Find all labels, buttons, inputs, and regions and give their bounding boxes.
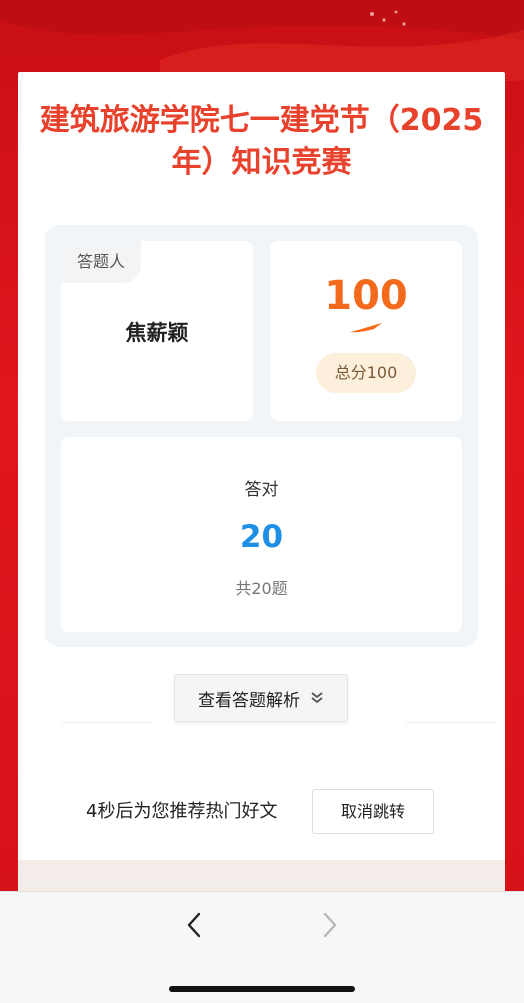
result-panel: 答题人 焦薪颖 100 总分100 答对 20 共20题 bbox=[45, 225, 478, 647]
divider-right bbox=[406, 722, 496, 723]
respondent-name: 焦薪颖 bbox=[125, 321, 189, 345]
view-analysis-button[interactable]: 查看答题解析 bbox=[174, 674, 348, 722]
correct-count: 20 bbox=[239, 519, 284, 555]
chevron-left-icon[interactable] bbox=[180, 910, 210, 940]
cancel-redirect-button[interactable]: 取消跳转 bbox=[312, 789, 434, 834]
result-card: 建筑旅游学院七一建党节（2025年）知识竞赛 答题人 焦薪颖 100 总分100… bbox=[18, 72, 505, 942]
home-indicator[interactable] bbox=[169, 986, 355, 992]
correct-label: 答对 bbox=[244, 480, 279, 500]
double-chevron-down-icon bbox=[311, 692, 323, 704]
redirect-countdown: 4秒后为您推荐热门好文 bbox=[86, 801, 278, 822]
score-box: 100 总分100 bbox=[270, 241, 462, 421]
quiz-title: 建筑旅游学院七一建党节（2025年）知识竞赛 bbox=[39, 103, 484, 180]
browser-toolbar bbox=[0, 891, 524, 1003]
question-total: 共20题 bbox=[235, 579, 288, 598]
total-score-badge: 总分100 bbox=[316, 353, 416, 393]
score-value: 100 bbox=[324, 273, 408, 319]
score-underline-icon bbox=[350, 323, 382, 333]
chevron-right-icon[interactable] bbox=[314, 910, 344, 940]
respondent-tag: 答题人 bbox=[61, 241, 142, 283]
correct-box: 答对 20 共20题 bbox=[61, 437, 462, 632]
divider-left bbox=[62, 722, 152, 723]
respondent-box: 答题人 焦薪颖 bbox=[61, 241, 253, 421]
view-analysis-label: 查看答题解析 bbox=[198, 690, 300, 711]
